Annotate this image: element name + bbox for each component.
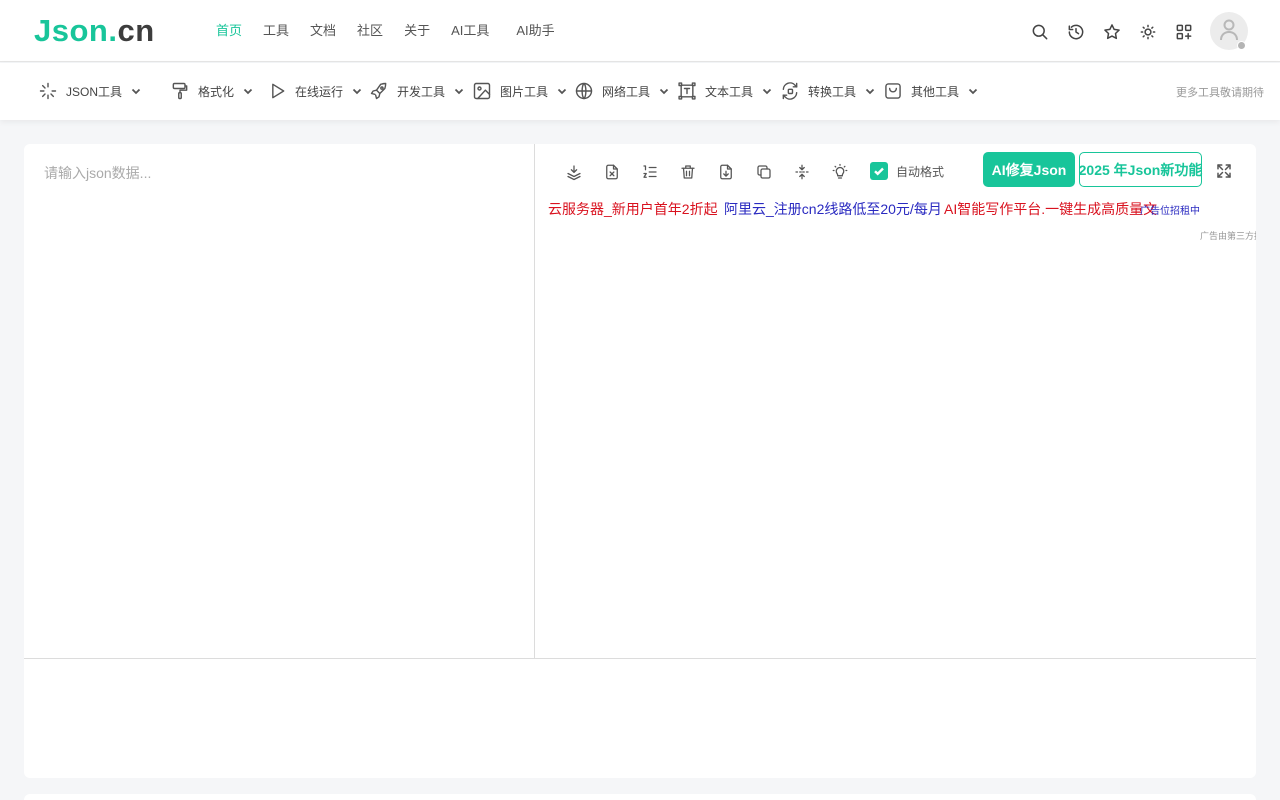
play-icon	[272, 83, 285, 99]
tool-menu-dev[interactable]: 开发工具	[369, 80, 464, 102]
rocket-icon	[370, 82, 387, 100]
tool-menu-text[interactable]: 文本工具	[677, 80, 772, 102]
chevron-down-icon	[454, 88, 464, 95]
tool-menu-run[interactable]: 在线运行	[267, 80, 362, 102]
image-icon	[473, 82, 491, 100]
chevron-down-icon	[352, 88, 362, 95]
download-icon[interactable]	[716, 162, 736, 182]
ad-link-4[interactable]: 广告位招租中	[1140, 202, 1200, 217]
toolbar-hint: 更多工具敬请期待	[1176, 87, 1264, 99]
result-toolbar	[564, 162, 868, 182]
json-input-editor[interactable]: 请输入json数据...	[44, 163, 151, 183]
compress-icon[interactable]	[792, 162, 812, 182]
chevron-down-icon	[865, 88, 875, 95]
nav-ai-assistant[interactable]: AI助手	[516, 22, 554, 40]
bottom-divider	[24, 658, 1256, 659]
pane-divider[interactable]	[534, 144, 535, 658]
globe-icon	[575, 82, 593, 100]
nav-about[interactable]: 关于	[404, 22, 430, 40]
apps-icon[interactable]	[1172, 20, 1196, 44]
convert-icon	[782, 82, 798, 100]
ad-link-2[interactable]: 阿里云_注册cn2线路低至20元/每月	[724, 199, 942, 219]
checkbox-box	[870, 162, 888, 180]
tool-menu-network[interactable]: 网络工具	[574, 80, 669, 102]
bag-icon	[885, 83, 901, 99]
tool-category-bar: JSON工具 格式化 在线运行 开发工具 图片工具 网络工具 文本工具 转换工具	[0, 63, 1280, 120]
star-icon[interactable]	[1100, 20, 1124, 44]
chevron-down-icon	[557, 88, 567, 95]
nav-ai-tools[interactable]: AI工具	[451, 22, 489, 40]
copy-icon[interactable]	[754, 162, 774, 182]
ad-link-1[interactable]: 云服务器_新用户首年2折起	[548, 199, 718, 219]
ad-link-3[interactable]: AI智能写作平台.一键生成高质量文	[944, 199, 1157, 219]
auto-format-checkbox[interactable]: 自动格式	[870, 162, 944, 180]
top-header: Json.cn 首页 工具 文档 社区 关于 AI工具 AI助手	[0, 0, 1280, 62]
nav-docs[interactable]: 文档	[310, 22, 336, 40]
chevron-down-icon	[131, 88, 141, 95]
avatar-icon	[1220, 19, 1238, 41]
layers-icon[interactable]	[564, 162, 584, 182]
new-features-button[interactable]: 2025 年Json新功能	[1079, 152, 1202, 187]
search-icon[interactable]	[1028, 20, 1052, 44]
sparkle-icon	[39, 82, 57, 100]
tool-menu-other[interactable]: 其他工具	[883, 80, 978, 102]
history-icon[interactable]	[1064, 20, 1088, 44]
chevron-down-icon	[762, 88, 772, 95]
site-logo[interactable]: Json.cn	[34, 12, 155, 50]
ai-fix-json-button[interactable]: AI修复Json	[983, 152, 1075, 187]
check-icon	[874, 167, 884, 176]
nav-community[interactable]: 社区	[357, 22, 383, 40]
avatar[interactable]	[1210, 12, 1248, 50]
bottom-panel	[24, 794, 1256, 800]
line-number-icon[interactable]	[640, 162, 660, 182]
tool-menu-json[interactable]: JSON工具	[38, 80, 141, 102]
frame-icon	[678, 82, 696, 100]
editor-panel: 请输入json数据... 自动格式 AI修复Json 2025 年Json新功能…	[24, 144, 1256, 778]
paint-roller-icon	[172, 82, 188, 100]
top-nav: 首页 工具 文档 社区 关于 AI工具 AI助手	[216, 22, 576, 40]
fullscreen-icon[interactable]	[1215, 162, 1235, 182]
header-actions	[1028, 20, 1208, 44]
chevron-down-icon	[968, 88, 978, 95]
tool-menu-format[interactable]: 格式化	[170, 80, 253, 102]
tool-menu-image[interactable]: 图片工具	[472, 80, 567, 102]
nav-tools[interactable]: 工具	[263, 22, 289, 40]
status-dot	[1237, 41, 1246, 50]
tool-menu-convert[interactable]: 转换工具	[780, 80, 875, 102]
trash-icon[interactable]	[678, 162, 698, 182]
clear-file-icon[interactable]	[602, 162, 622, 182]
ad-note: 广告由第三方提供	[1200, 231, 1256, 241]
chevron-down-icon	[243, 88, 253, 95]
chevron-down-icon	[659, 88, 669, 95]
bulb-icon[interactable]	[830, 162, 850, 182]
sun-icon[interactable]	[1136, 20, 1160, 44]
nav-home[interactable]: 首页	[216, 22, 242, 40]
